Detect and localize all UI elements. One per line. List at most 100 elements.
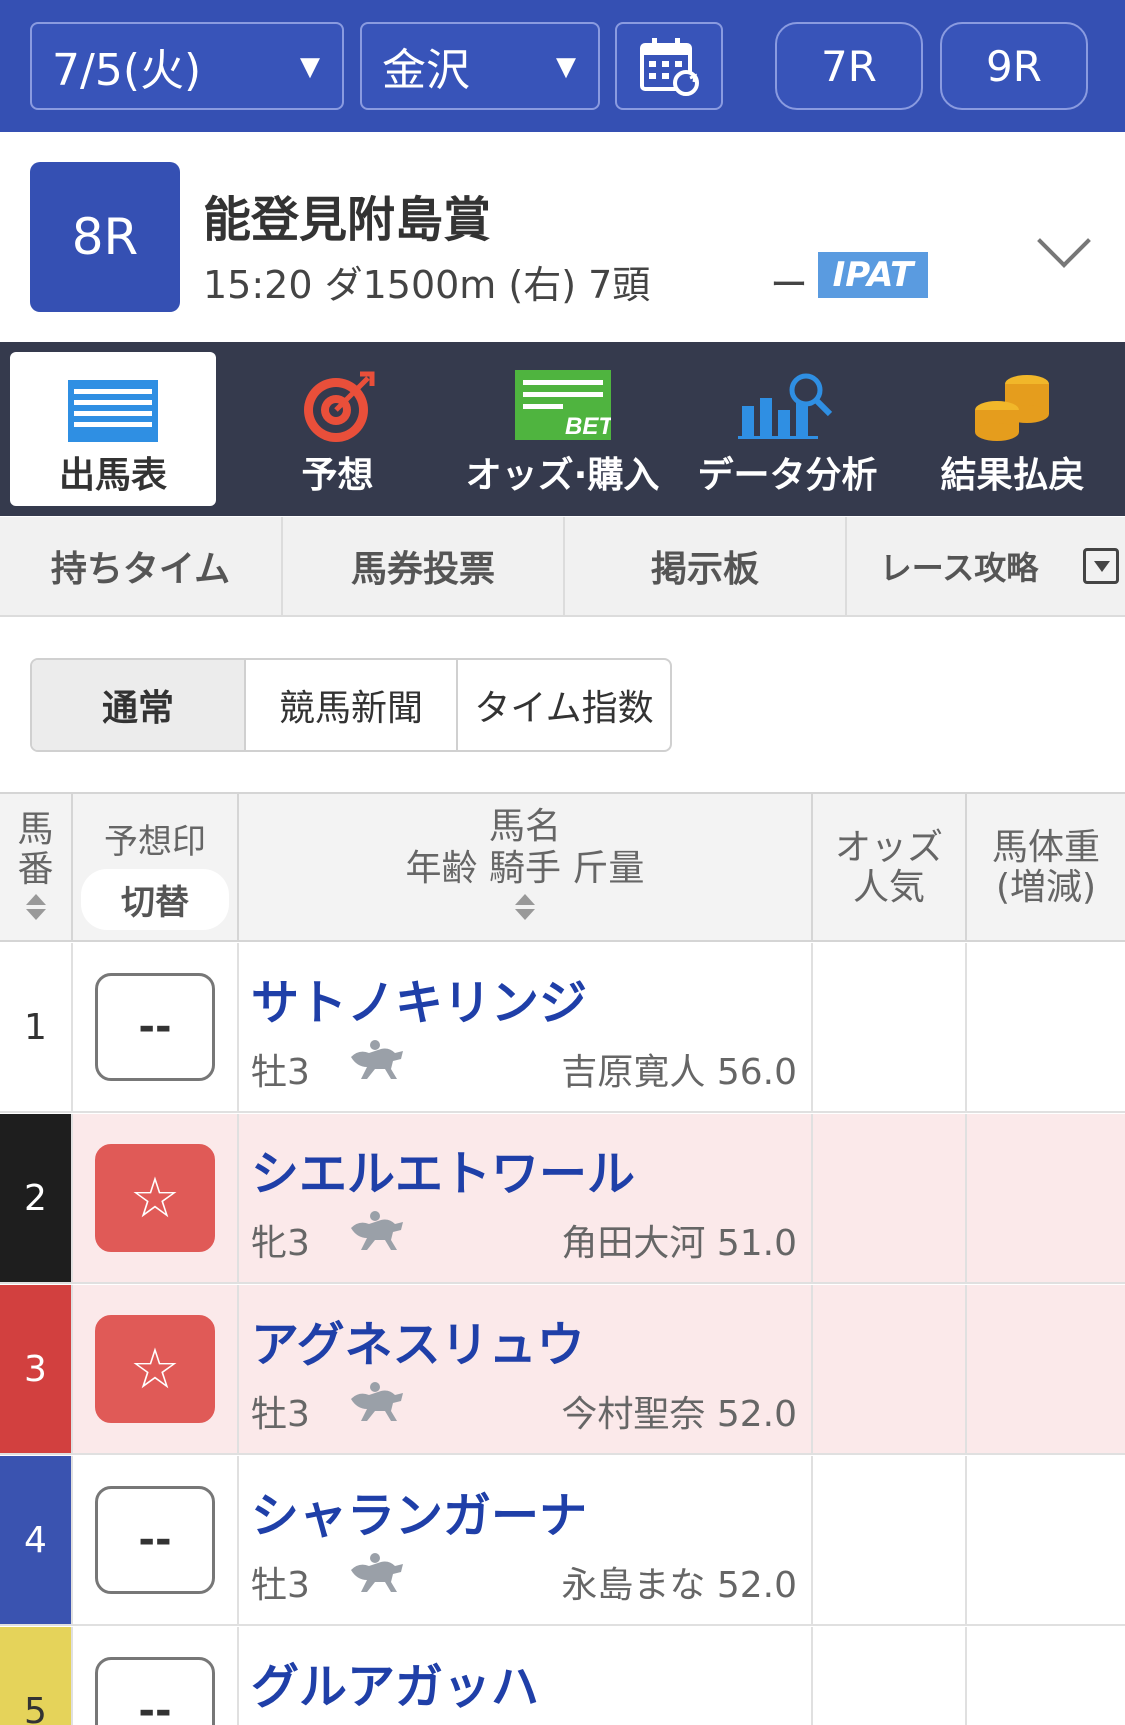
jockey-icon: [351, 1040, 403, 1079]
tab-holding-time[interactable]: 持ちタイム: [0, 517, 283, 615]
race-number: 8R: [71, 208, 139, 266]
menu-entries[interactable]: 出馬表: [10, 352, 216, 506]
race-status: ー: [770, 263, 809, 307]
more-tabs-icon[interactable]: [1083, 548, 1119, 584]
tab-label: 持ちタイム: [50, 549, 231, 590]
header-horse-label: 馬名: [488, 806, 561, 847]
header-horse-sub-label: 年齢 騎手 斤量: [405, 848, 645, 889]
sort-icon: [515, 894, 535, 922]
sub-tabs: 持ちタイム 馬券投票 掲示板 レース攻略: [0, 517, 1125, 617]
odds-cell: [813, 1456, 967, 1624]
venue-select[interactable]: 金沢 ▼: [360, 22, 600, 110]
table-row: 4 -- シャランガーナ 牡3 永島まな 52.0: [0, 1456, 1125, 1626]
horse-cell: グルアガッハ: [239, 1627, 813, 1725]
menu-data-analysis[interactable]: データ分析: [675, 342, 900, 516]
header-weight: 馬体重 (増減): [967, 794, 1125, 940]
table-row: 1 -- サトノキリンジ 牡3 吉原寛人 56.0: [0, 943, 1125, 1113]
mark-cell: --: [73, 1456, 239, 1624]
dropdown-arrow-icon: ▼: [300, 52, 320, 82]
prediction-mark-button[interactable]: ☆: [95, 1144, 215, 1252]
prediction-mark-button[interactable]: --: [95, 973, 215, 1081]
horse-name-link[interactable]: グルアガッハ: [251, 1647, 539, 1717]
mark-cell: ☆: [73, 1285, 239, 1453]
table-icon: [68, 380, 158, 442]
view-label: 通常: [101, 688, 174, 729]
weight-cell: [967, 1114, 1125, 1282]
mark-cell: ☆: [73, 1114, 239, 1282]
view-label: タイム指数: [474, 688, 654, 729]
horse-cell: シエルエトワール 牝3 角田大河 51.0: [239, 1114, 813, 1282]
menu-label: 予想: [301, 455, 374, 496]
jockey-weight: 角田大河 51.0: [561, 1223, 797, 1264]
prediction-mark-button[interactable]: --: [95, 1486, 215, 1594]
tab-ticket-vote[interactable]: 馬券投票: [283, 517, 565, 615]
view-time-index[interactable]: タイム指数: [458, 660, 670, 750]
next-race-button[interactable]: 9R: [940, 22, 1088, 110]
jockey-icon: [351, 1553, 403, 1592]
horse-age: 牡3: [251, 1565, 310, 1606]
prev-race-button[interactable]: 7R: [775, 22, 923, 110]
header-mark: 予想印 切替: [73, 794, 239, 940]
header-number[interactable]: 馬 番: [0, 794, 73, 940]
view-normal[interactable]: 通常: [32, 660, 246, 750]
venue-label: 金沢: [382, 45, 470, 96]
top-bar: 7/5(火) ▼ 金沢 ▼ 7R 9R: [0, 0, 1125, 132]
horse-cell: サトノキリンジ 牡3 吉原寛人 56.0: [239, 943, 813, 1111]
horse-name-link[interactable]: シャランガーナ: [251, 1476, 587, 1546]
coins-icon: [974, 375, 1049, 441]
horse-name-link[interactable]: シエルエトワール: [251, 1134, 635, 1204]
tab-label: レース攻略: [879, 549, 1039, 587]
horse-cell: シャランガーナ 牡3 永島まな 52.0: [239, 1456, 813, 1624]
jockey-icon: [351, 1382, 403, 1421]
menu-label: 結果払戻: [940, 455, 1085, 496]
horse-cell: アグネスリュウ 牡3 今村聖奈 52.0: [239, 1285, 813, 1453]
mark-cell: --: [73, 1627, 239, 1725]
bet-icon: BET: [514, 370, 611, 440]
tab-board[interactable]: 掲示板: [565, 517, 847, 615]
jockey-weight: 吉原寛人 56.0: [561, 1052, 797, 1093]
tab-label: 馬券投票: [350, 549, 495, 590]
view-newspaper[interactable]: 競馬新聞: [246, 660, 458, 750]
header-odds: オッズ 人気: [813, 794, 967, 940]
odds-cell: [813, 1285, 967, 1453]
tab-label: 掲示板: [650, 549, 759, 590]
sort-icon: [25, 894, 46, 922]
table-row: 5 -- グルアガッハ: [0, 1627, 1125, 1725]
horse-number: 1: [0, 943, 73, 1111]
chart-search-icon: [737, 373, 832, 439]
horse-age: 牝3: [251, 1223, 310, 1264]
next-race-label: 9R: [986, 41, 1042, 91]
menu-odds-bet[interactable]: BET オッズ·購入: [450, 342, 675, 516]
calendar-button[interactable]: [615, 22, 723, 110]
header-odds-label: 人気: [852, 867, 925, 908]
menu-results-payout[interactable]: 結果払戻: [900, 342, 1125, 516]
header-weight-label: (増減): [995, 867, 1097, 908]
jockey-weight: 永島まな 52.0: [561, 1565, 797, 1606]
ipat-badge[interactable]: IPAT: [818, 252, 928, 298]
svg-text:BET: BET: [565, 413, 611, 440]
calendar-icon: [640, 38, 699, 96]
horse-number: 3: [0, 1285, 73, 1453]
table-header: 馬 番 予想印 切替 馬名 年齢 騎手 斤量 オッズ 人気 馬体重 (増減): [0, 792, 1125, 942]
weight-cell: [967, 943, 1125, 1111]
horse-number: 5: [0, 1627, 73, 1725]
menu-prediction[interactable]: 予想: [225, 342, 450, 516]
expand-chevron-icon[interactable]: [1037, 214, 1091, 268]
horse-number: 4: [0, 1456, 73, 1624]
prediction-mark-button[interactable]: ☆: [95, 1315, 215, 1423]
header-weight-label: 馬体重: [991, 827, 1100, 868]
date-select[interactable]: 7/5(火) ▼: [30, 22, 344, 110]
horse-name-link[interactable]: サトノキリンジ: [251, 963, 587, 1033]
header-horse[interactable]: 馬名 年齢 騎手 斤量: [239, 794, 813, 940]
menu-label: 出馬表: [58, 455, 167, 496]
mark-toggle-button[interactable]: 切替: [81, 869, 229, 930]
header-mark-label: 予想印: [104, 822, 206, 862]
prediction-mark-button[interactable]: --: [95, 1657, 215, 1725]
header-number-label: 馬: [17, 809, 54, 850]
odds-cell: [813, 943, 967, 1111]
horse-name-link[interactable]: アグネスリュウ: [251, 1305, 585, 1375]
prev-race-label: 7R: [821, 41, 877, 91]
menu-label: オッズ·購入: [465, 455, 660, 496]
race-details: 15:20 ダ1500m (右) 7頭: [203, 263, 651, 307]
view-label: 競馬新聞: [278, 688, 423, 729]
